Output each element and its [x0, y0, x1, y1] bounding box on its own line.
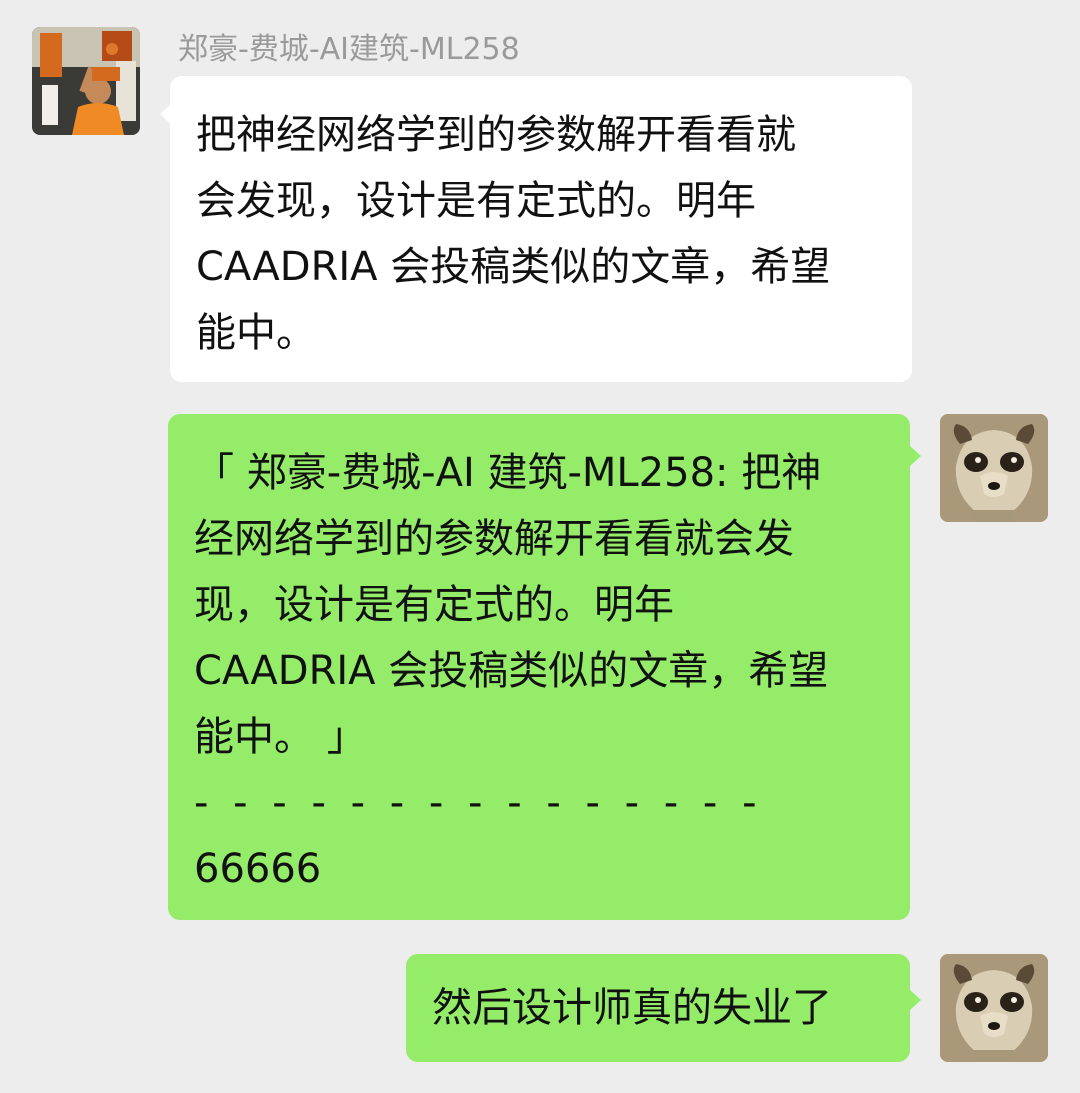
message-text: 然后设计师真的失业了 — [432, 985, 832, 1031]
sender-avatar[interactable] — [32, 27, 140, 135]
outgoing-quote-bubble[interactable]: 「 郑豪-费城-AI 建筑-ML258: 把神 经网络学到的参数解开看看就会发 … — [168, 414, 910, 920]
meerkat-icon — [940, 414, 1048, 522]
message-line: 能中。 — [196, 310, 316, 356]
quote-line: 能中。 」 — [194, 714, 367, 760]
chat-view: 郑豪-费城-AI建筑-ML258 把神经网络学到的参数解开看看就 会发现，设计是… — [0, 0, 1080, 1093]
meerkat-icon — [940, 954, 1048, 1062]
quote-line: CAADRIA 会投稿类似的文章，希望 — [194, 648, 829, 694]
message-line: 会发现，设计是有定式的。明年 — [196, 178, 756, 224]
message-line: CAADRIA 会投稿类似的文章，希望 — [196, 244, 831, 290]
sender-name: 郑豪-费城-AI建筑-ML258 — [178, 32, 520, 67]
quote-separator: - - - - - - - - - - - - - - - — [194, 780, 763, 826]
quote-line: 经网络学到的参数解开看看就会发 — [194, 516, 794, 562]
outgoing-message-bubble[interactable]: 然后设计师真的失业了 — [406, 954, 910, 1062]
reply-text: 66666 — [194, 846, 322, 892]
quote-line: 现，设计是有定式的。明年 — [194, 582, 674, 628]
bubble-tail — [910, 446, 921, 466]
quote-line: 「 郑豪-费城-AI 建筑-ML258: 把神 — [194, 450, 822, 496]
self-avatar[interactable] — [940, 954, 1048, 1062]
incoming-message-bubble[interactable]: 把神经网络学到的参数解开看看就 会发现，设计是有定式的。明年 CAADRIA 会… — [170, 76, 912, 382]
self-avatar[interactable] — [940, 414, 1048, 522]
bubble-tail — [910, 990, 921, 1010]
message-line: 把神经网络学到的参数解开看看就 — [196, 112, 796, 158]
person-photo-icon — [32, 27, 140, 135]
